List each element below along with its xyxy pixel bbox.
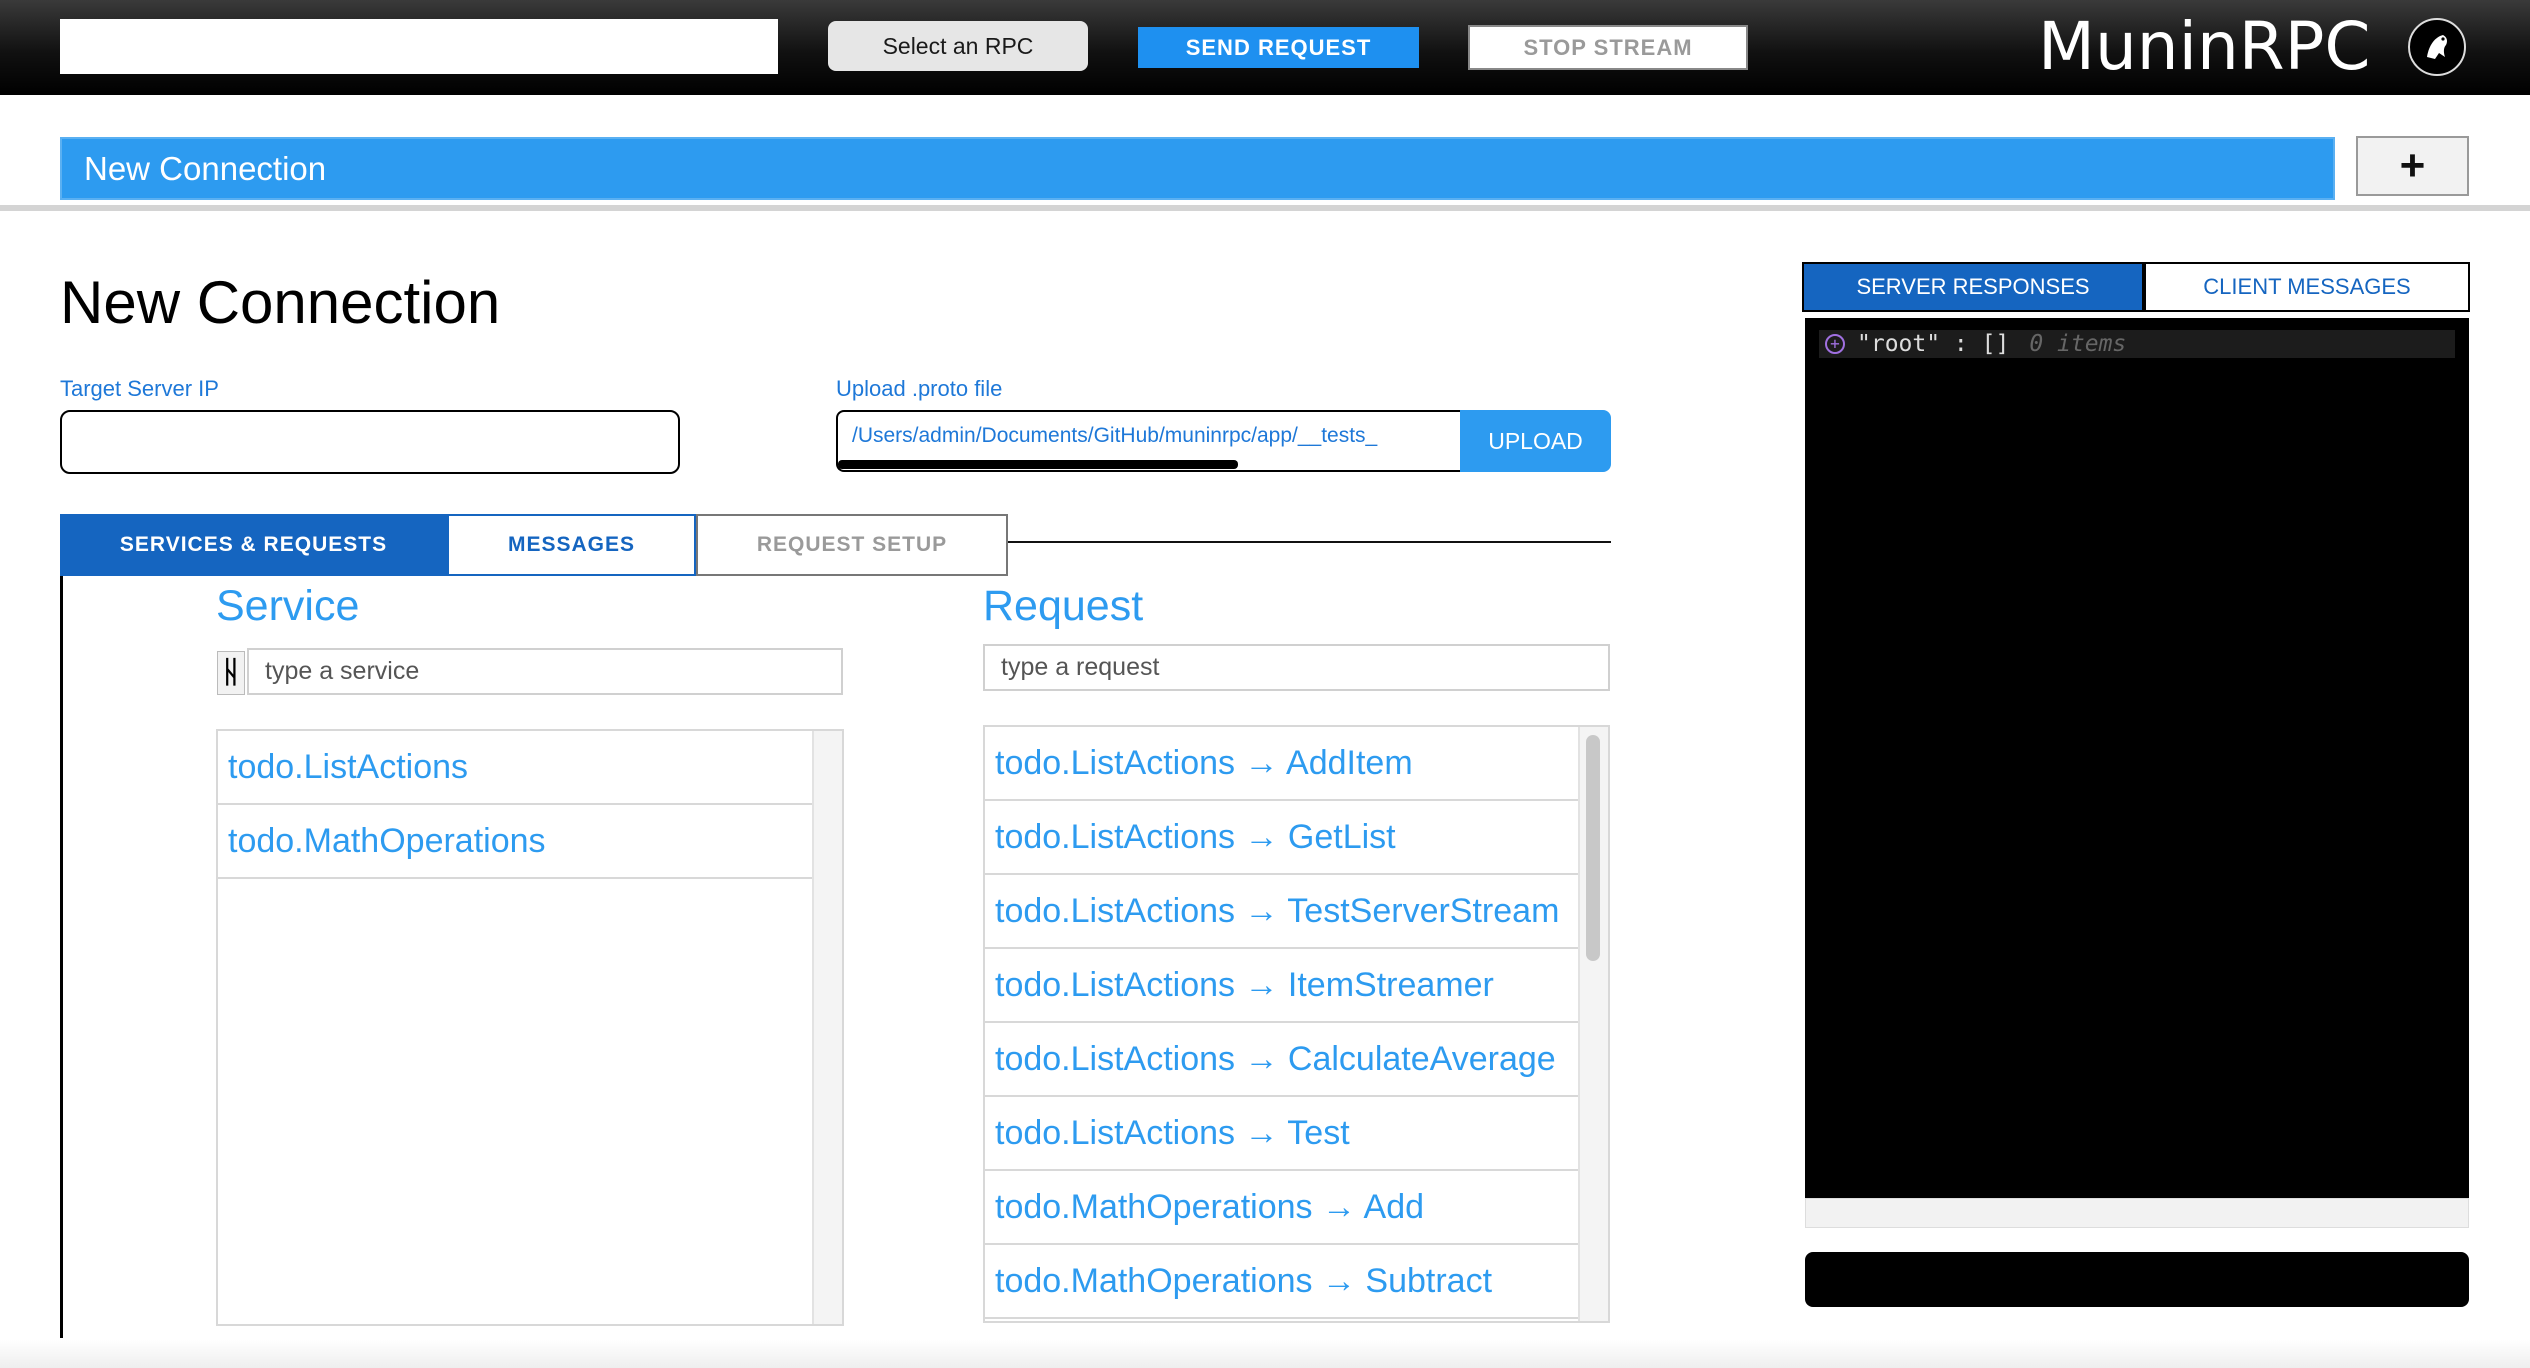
- service-list: todo.ListActions todo.MathOperations: [216, 729, 844, 1326]
- tab-request-setup[interactable]: REQUEST SETUP: [696, 514, 1008, 576]
- service-search-input[interactable]: type a service: [247, 648, 843, 695]
- upload-button[interactable]: UPLOAD: [1460, 410, 1611, 472]
- select-rpc-button[interactable]: Select an RPC: [828, 21, 1088, 71]
- tab-server-responses[interactable]: SERVER RESPONSES: [1802, 262, 2144, 312]
- raven-logo-icon: [2408, 18, 2466, 76]
- send-request-button[interactable]: SEND REQUEST: [1138, 27, 1419, 68]
- request-item[interactable]: todo.ListActions → AddItem: [985, 727, 1580, 801]
- target-server-label: Target Server IP: [60, 376, 219, 401]
- json-root-row[interactable]: + "root" : [] 0 items: [1819, 330, 2455, 358]
- top-bar: Select an RPC SEND REQUEST STOP STREAM M…: [0, 0, 2530, 95]
- expand-icon[interactable]: +: [1825, 334, 1845, 354]
- json-root-key: "root" : []: [1857, 331, 2010, 357]
- tab-underline: [1008, 541, 1611, 543]
- request-item[interactable]: todo.MathOperations → Subtract: [985, 1245, 1580, 1319]
- panel-border: [60, 576, 63, 1338]
- filter-icon[interactable]: ᚺ: [217, 651, 245, 695]
- service-item-list-actions[interactable]: todo.ListActions: [218, 731, 814, 805]
- request-search-input[interactable]: type a request: [983, 644, 1610, 691]
- request-item[interactable]: todo.MathOperations → Add: [985, 1171, 1580, 1245]
- bottom-edge: [0, 1340, 2530, 1368]
- response-scrollbar[interactable]: [1805, 1198, 2469, 1228]
- file-path-scrollbar[interactable]: [838, 460, 1238, 469]
- request-item[interactable]: todo.ListActions → GetList: [985, 801, 1580, 875]
- request-item[interactable]: todo.ListActions → Test: [985, 1097, 1580, 1171]
- connection-tab[interactable]: New Connection: [60, 137, 2335, 200]
- tab-messages[interactable]: MESSAGES: [447, 514, 696, 576]
- app-brand: MuninRPC: [2038, 8, 2371, 85]
- stop-stream-button[interactable]: STOP STREAM: [1468, 25, 1748, 70]
- divider: [0, 205, 2530, 211]
- response-viewer: + "root" : [] 0 items: [1805, 318, 2469, 1198]
- service-title: Service: [216, 582, 360, 630]
- request-item[interactable]: todo.ListActions → CalculateAverage: [985, 1023, 1580, 1097]
- request-scrollbar[interactable]: [1578, 727, 1608, 1321]
- request-title: Request: [983, 582, 1144, 630]
- add-connection-button[interactable]: +: [2356, 136, 2469, 196]
- target-server-input[interactable]: [60, 410, 680, 474]
- upload-proto-label: Upload .proto file: [836, 376, 1003, 401]
- page-title: New Connection: [60, 269, 501, 336]
- service-scrollbar[interactable]: [812, 731, 842, 1324]
- stream-status-bar: [1805, 1252, 2469, 1307]
- tab-services-requests[interactable]: SERVICES & REQUESTS: [60, 514, 447, 576]
- json-item-count: 0 items: [2029, 331, 2127, 357]
- request-list: todo.ListActions → AddItem todo.ListActi…: [983, 725, 1610, 1323]
- rpc-address-input[interactable]: [60, 19, 778, 74]
- request-scroll-thumb[interactable]: [1586, 735, 1600, 961]
- tab-client-messages[interactable]: CLIENT MESSAGES: [2144, 262, 2470, 312]
- service-item-math-operations[interactable]: todo.MathOperations: [218, 805, 814, 879]
- request-item[interactable]: todo.ListActions → TestServerStream: [985, 875, 1580, 949]
- request-item[interactable]: todo.ListActions → ItemStreamer: [985, 949, 1580, 1023]
